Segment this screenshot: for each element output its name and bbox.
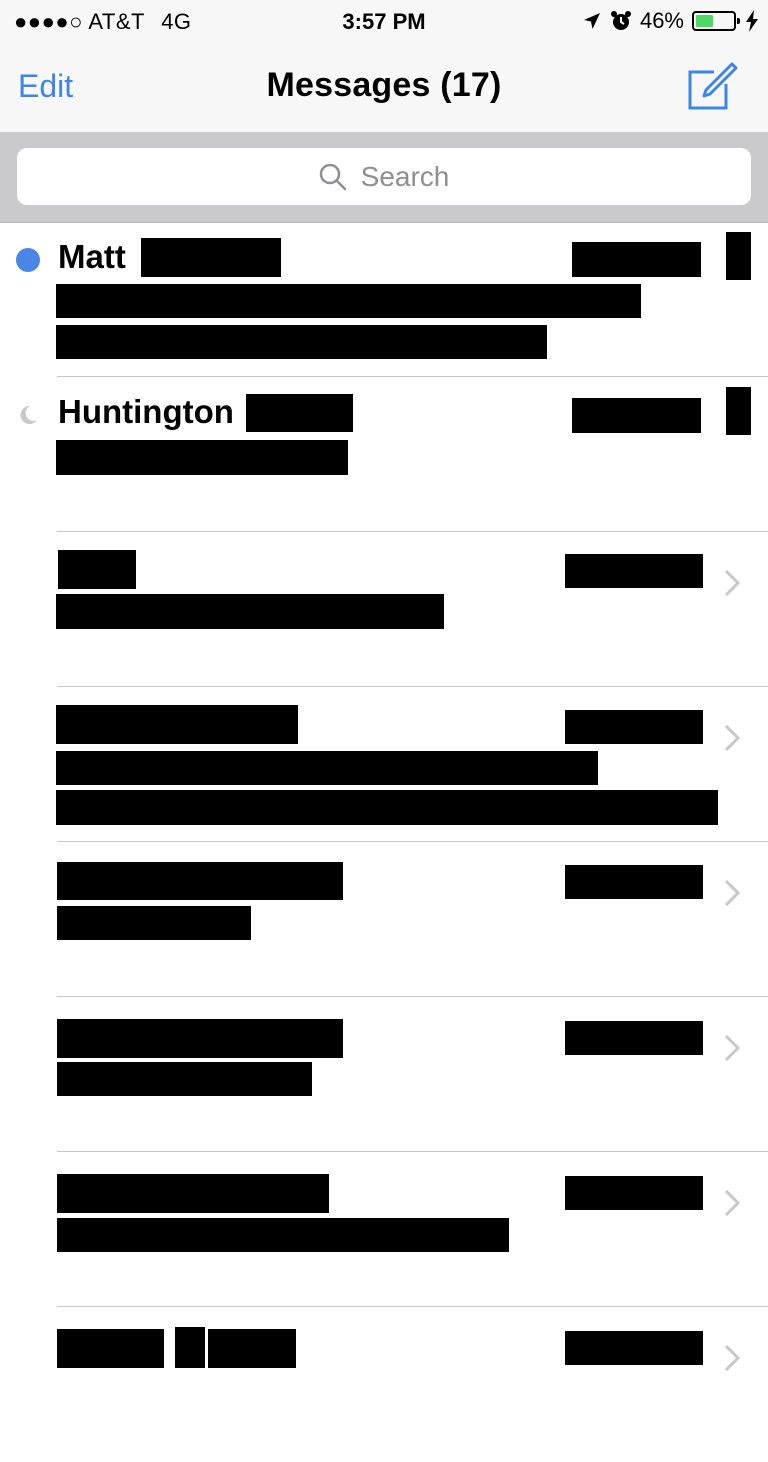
conversation-row[interactable] — [0, 842, 768, 997]
chevron-right-icon[interactable] — [722, 1188, 742, 1218]
chevron-right-icon[interactable] — [722, 1033, 742, 1063]
redacted-chevron — [726, 232, 751, 280]
redacted-timestamp — [572, 242, 701, 277]
redacted-preview — [56, 440, 348, 475]
status-right: 46% — [574, 8, 758, 34]
battery-level — [696, 15, 713, 27]
redacted-name — [58, 550, 136, 589]
navigation-bar: Edit Messages (17) — [0, 42, 768, 132]
conversation-row[interactable] — [0, 687, 768, 842]
chevron-right-icon[interactable] — [722, 723, 742, 753]
conversation-list: Matt Huntington — [0, 222, 768, 1462]
battery-percent: 46% — [639, 8, 684, 33]
redacted-preview — [57, 1218, 509, 1252]
redacted-preview — [56, 284, 641, 318]
location-arrow-icon — [583, 13, 600, 29]
unread-indicator-icon — [16, 248, 40, 272]
redacted-preview — [57, 1062, 312, 1096]
conversation-row[interactable]: Huntington — [0, 377, 768, 532]
redacted-preview — [56, 594, 444, 629]
redacted-name — [208, 1329, 296, 1368]
conversation-row[interactable]: Matt — [0, 222, 768, 377]
conversation-row[interactable] — [0, 1152, 768, 1307]
page-title: Messages (17) — [266, 66, 502, 104]
do-not-disturb-moon-icon — [20, 405, 37, 424]
redacted-chevron — [726, 387, 751, 435]
redacted-preview — [56, 325, 547, 359]
status-bar: ●●●●○ AT&T 4G 3:57 PM 46% — [0, 0, 768, 42]
redacted-preview — [57, 906, 251, 940]
redacted-timestamp — [565, 554, 703, 588]
redacted-timestamp — [572, 398, 701, 433]
chevron-right-icon[interactable] — [722, 878, 742, 908]
charging-bolt-icon — [746, 10, 758, 32]
contact-name: Matt — [58, 238, 126, 275]
redacted-name — [141, 238, 281, 277]
search-bar: Search — [0, 132, 768, 223]
conversation-row[interactable] — [0, 1307, 768, 1462]
conversation-row[interactable] — [0, 997, 768, 1152]
compose-icon[interactable] — [686, 60, 738, 112]
contact-name: Huntington — [58, 393, 234, 430]
chevron-right-icon[interactable] — [722, 568, 742, 598]
chevron-right-icon[interactable] — [722, 1343, 742, 1373]
redacted-preview — [56, 790, 718, 825]
conversation-row[interactable] — [0, 532, 768, 687]
redacted-timestamp — [565, 865, 703, 899]
redacted-name — [56, 705, 298, 744]
redacted-timestamp — [565, 1021, 703, 1055]
redacted-timestamp — [565, 1176, 703, 1210]
redacted-timestamp — [565, 710, 703, 744]
alarm-clock-icon — [610, 11, 631, 30]
redacted-name — [57, 1174, 329, 1213]
redacted-name — [175, 1327, 205, 1368]
redacted-name — [57, 862, 343, 900]
redacted-name — [246, 394, 353, 432]
redacted-timestamp — [565, 1331, 703, 1365]
battery-icon — [692, 11, 740, 31]
search-input[interactable] — [17, 148, 751, 205]
redacted-name — [57, 1019, 343, 1058]
redacted-preview — [56, 751, 598, 785]
redacted-name — [57, 1329, 164, 1368]
